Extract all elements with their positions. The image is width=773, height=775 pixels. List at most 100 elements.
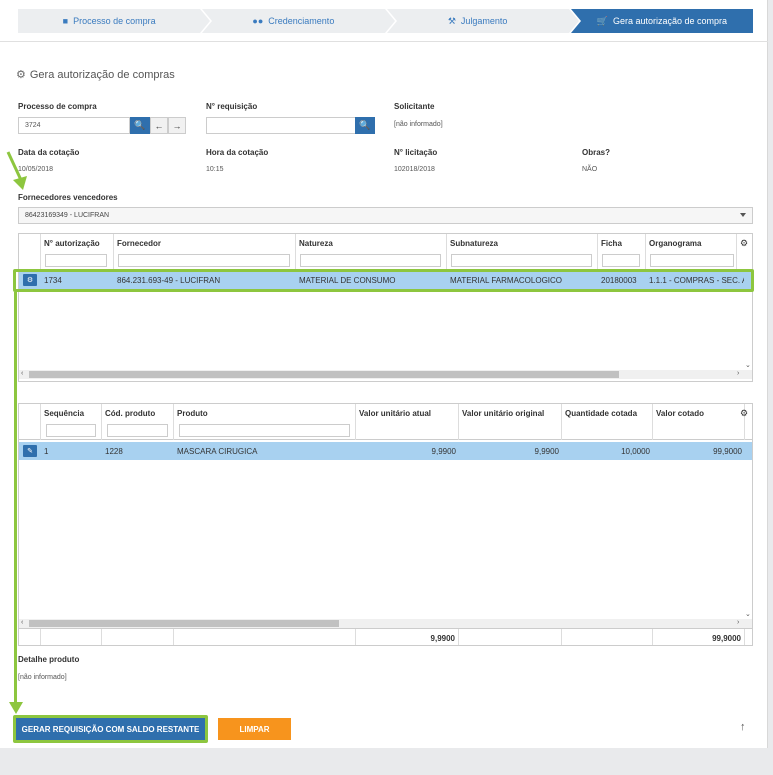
requisicao-input[interactable] (206, 117, 356, 134)
solicitante-label: Solicitante (394, 102, 435, 111)
scroll-right-icon[interactable]: › (737, 370, 739, 377)
filter-subnatureza[interactable] (451, 254, 592, 267)
totals-cell (102, 629, 174, 645)
page: ■ Processo de compra ●● Credenciamento ⚒… (0, 0, 768, 748)
limpar-button[interactable]: LIMPAR (218, 718, 291, 740)
total-valor-cotado: 99,9000 (653, 629, 745, 645)
obras-value: NÃO (582, 166, 598, 173)
fornecedores-label: Fornecedores vencedores (18, 193, 118, 202)
total-valor-unitario-atual: 9,9900 (356, 629, 459, 645)
totals-cell (459, 629, 562, 645)
col-header-quantidade-cotada[interactable]: Quantidade cotada (565, 409, 637, 418)
col-header-sequencia[interactable]: Sequência (44, 409, 84, 418)
col-header-cod-produto[interactable]: Cód. produto (105, 409, 155, 418)
itens-grid: Sequência Cód. produto Produto Valor uni… (18, 403, 753, 646)
itens-grid-header: Sequência Cód. produto Produto Valor uni… (19, 404, 752, 440)
annotation-arrow-line (14, 292, 17, 704)
cart-icon: 🛒 (596, 15, 608, 26)
filter-produto[interactable] (179, 424, 350, 437)
filter-autorizacao[interactable] (45, 254, 107, 267)
totals-cell (562, 629, 653, 645)
annotation-small-arrow-head (13, 176, 27, 190)
cell-valor-cotado: 99,9000 (713, 446, 742, 456)
processo-input[interactable]: 3724 (18, 117, 130, 134)
totals-row: 9,9900 99,9000 (19, 628, 752, 645)
cell-sequencia: 1 (44, 446, 49, 456)
grid-col-divider (19, 234, 41, 270)
fornecedores-selected-value: 86423169349 - LUCIFRAN (25, 212, 110, 219)
fornecedores-select[interactable]: 86423169349 - LUCIFRAN (18, 207, 753, 224)
horizontal-scrollbar[interactable]: ‹ › (19, 370, 752, 379)
scroll-down-icon[interactable]: ⌄ (745, 361, 751, 369)
scrollbar-thumb[interactable] (29, 620, 339, 627)
wizard-step-credenciamento[interactable]: ●● Credenciamento (202, 9, 395, 33)
requisicao-search-button[interactable]: 🔍 (355, 117, 375, 134)
row-edit-button[interactable]: ✎ (23, 445, 37, 457)
autorizacao-grid: N° autorização Fornecedor Natureza Subna… (18, 233, 753, 382)
horizontal-scrollbar[interactable]: ‹ › (19, 619, 752, 628)
users-icon: ●● (252, 16, 264, 26)
arrow-left-icon: ← (154, 120, 164, 131)
annotation-small-arrow (6, 151, 27, 190)
col-header-valor-unitario-atual[interactable]: Valor unitário atual (359, 409, 431, 418)
obras-label: Obras? (582, 148, 611, 157)
col-header-valor-cotado[interactable]: Valor cotado (656, 409, 704, 418)
totals-cell (41, 629, 102, 645)
filter-natureza[interactable] (300, 254, 441, 267)
wizard-step-label: Credenciamento (268, 16, 335, 26)
processo-search-button[interactable]: 🔍 (130, 117, 150, 134)
scroll-right-icon[interactable]: › (737, 619, 739, 626)
filter-organograma[interactable] (650, 254, 734, 267)
wizard-step-julgamento[interactable]: ⚒ Julgamento (386, 9, 580, 33)
autorizacao-grid-header: N° autorização Fornecedor Natureza Subna… (19, 234, 752, 270)
cell-quantidade-cotada: 10,0000 (621, 446, 650, 456)
col-header-autorizacao[interactable]: N° autorização (44, 239, 100, 248)
search-icon: 🔍 (359, 120, 371, 130)
grid-col-divider (19, 404, 41, 440)
processo-prev-button[interactable]: ← (150, 117, 168, 134)
requisicao-label: N° requisição (206, 102, 258, 111)
page-title: ⚙ Gera autorização de compras (16, 68, 175, 82)
cell-valor-unitario-atual: 9,9900 (431, 446, 456, 456)
filter-ficha[interactable] (602, 254, 640, 267)
annotation-arrow-head (9, 702, 23, 714)
totals-cell (174, 629, 356, 645)
hora-cotacao-value: 10:15 (206, 166, 224, 173)
filter-sequencia[interactable] (46, 424, 96, 437)
cell-cod-produto: 1228 (105, 446, 123, 456)
wizard-step-label: Gera autorização de compra (612, 16, 728, 26)
filter-cod-produto[interactable] (107, 424, 168, 437)
col-header-natureza[interactable]: Natureza (299, 239, 333, 248)
gears-icon: ⚙ (16, 69, 26, 81)
processo-next-button[interactable]: → (168, 117, 186, 134)
col-header-valor-unitario-original[interactable]: Valor unitário original (462, 409, 544, 418)
wizard-step-label: Processo de compra (73, 16, 156, 26)
scroll-down-icon[interactable]: ⌄ (745, 610, 751, 618)
search-icon: 🔍 (134, 120, 146, 130)
scroll-top-icon[interactable]: ↑ (740, 721, 746, 733)
detalhe-label: Detalhe produto (18, 655, 80, 664)
col-header-organograma[interactable]: Organograma (649, 239, 701, 248)
chevron-down-icon (740, 213, 746, 217)
wizard-step-gera-autorizacao[interactable]: 🛒 Gera autorização de compra (570, 9, 753, 33)
col-header-produto[interactable]: Produto (177, 409, 208, 418)
briefcase-icon: ■ (62, 16, 69, 26)
filter-fornecedor[interactable] (118, 254, 290, 267)
col-header-fornecedor[interactable]: Fornecedor (117, 239, 161, 248)
licitacao-value: 102018/2018 (394, 166, 435, 173)
col-header-ficha[interactable]: Ficha (601, 239, 622, 248)
table-row[interactable]: ✎ 1 1228 MASCARA CIRUGICA 9,9900 9,9900 … (19, 442, 752, 460)
scroll-left-icon[interactable]: ‹ (21, 370, 23, 377)
wizard-step-processo[interactable]: ■ Processo de compra (18, 9, 211, 33)
col-header-subnatureza[interactable]: Subnatureza (450, 239, 498, 248)
annotation-small-arrow-line (6, 151, 23, 181)
scroll-left-icon[interactable]: ‹ (21, 619, 23, 626)
wizard-bar: ■ Processo de compra ●● Credenciamento ⚒… (0, 0, 768, 42)
gear-icon[interactable]: ⚙ (740, 238, 748, 249)
gear-icon[interactable]: ⚙ (740, 408, 748, 419)
arrow-right-icon: → (172, 120, 182, 131)
totals-cell (19, 629, 41, 645)
scrollbar-thumb[interactable] (29, 371, 619, 378)
cell-valor-unitario-original: 9,9900 (534, 446, 559, 456)
wizard-step-label: Julgamento (460, 16, 508, 26)
